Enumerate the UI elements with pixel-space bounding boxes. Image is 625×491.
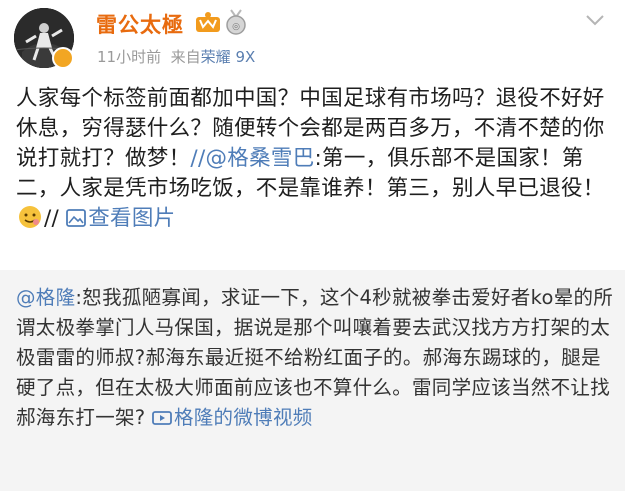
view-pictures-label: 查看图片: [88, 206, 176, 231]
video-link[interactable]: 格隆的微博视频: [152, 406, 313, 429]
picture-icon: [66, 209, 87, 227]
mention-link[interactable]: //@格桑雪巴: [190, 146, 314, 171]
weibo-post: 雷公太極 ◎ 11小时前 来自荣耀 9X 人家每个标签前面都加中国？中国足球有市…: [0, 0, 625, 491]
repost-slashes: //: [44, 206, 60, 231]
video-link-label: 格隆的微博视频: [173, 406, 313, 429]
vip-crown-icon[interactable]: [195, 11, 221, 33]
repost-text: :恕我孤陋寡闻，求证一下，这个4秒就被拳击爱好者ko晕的所谓太极拳掌门人马保国，…: [16, 286, 614, 429]
video-icon: [152, 411, 172, 425]
source-model[interactable]: 9X: [235, 48, 255, 66]
source-prefix: 来自: [170, 48, 201, 66]
reposted-content[interactable]: @格隆:恕我孤陋寡闻，求证一下，这个4秒就被拳击爱好者ko晕的所谓太极拳掌门人马…: [0, 270, 625, 491]
repost-author-mention[interactable]: @格隆: [16, 286, 75, 309]
medal-icon[interactable]: ◎: [224, 9, 248, 35]
view-pictures-link[interactable]: 查看图片: [66, 206, 175, 231]
post-meta: 11小时前 来自荣耀 9X: [97, 46, 255, 67]
username[interactable]: 雷公太極: [96, 9, 184, 39]
emoji-icon: [19, 206, 41, 228]
repost-text-block: @格隆:恕我孤陋寡闻，求证一下，这个4秒就被拳击爱好者ko晕的所谓太极拳掌门人马…: [16, 283, 614, 433]
verified-badge-icon: [52, 47, 74, 69]
post-time: 11小时前: [97, 48, 162, 66]
source-brand[interactable]: 荣耀: [201, 48, 231, 66]
svg-text:◎: ◎: [232, 22, 240, 32]
post-content: 人家每个标签前面都加中国？中国足球有市场吗？退役不好好休息，穷得瑟什么？随便转个…: [16, 84, 612, 234]
chevron-down-icon[interactable]: [585, 14, 605, 26]
